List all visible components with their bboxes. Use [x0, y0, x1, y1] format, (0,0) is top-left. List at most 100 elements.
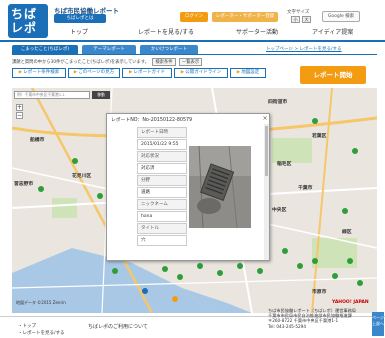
nav-idea[interactable]: アイディア提案 — [312, 27, 353, 36]
font-size-label: 文字サイズ — [287, 10, 310, 15]
caret-icon: ▶ — [236, 70, 241, 75]
tab-divider — [12, 54, 377, 55]
map-marker[interactable] — [352, 148, 358, 154]
footer-about-link[interactable]: ちばレポのご利用について — [88, 323, 148, 330]
place-label: 花見川区 — [72, 174, 92, 179]
org-line: Tel: 043-245-5294 — [268, 323, 306, 329]
caret-icon: ▶ — [180, 70, 185, 75]
place-label: 緑区 — [342, 230, 352, 235]
field-value-nickname: hana — [137, 211, 187, 222]
report-start-button[interactable]: レポート開始 — [300, 66, 366, 84]
place-label: 四街道市 — [268, 100, 288, 105]
font-size-small-button[interactable]: 小 — [291, 16, 300, 23]
popup-scrollbar[interactable] — [264, 124, 269, 260]
place-label: 稲毛区 — [277, 162, 292, 167]
map-marker[interactable] — [357, 280, 363, 286]
guidelines-button[interactable]: ▶公開ガイドライン — [174, 68, 228, 78]
font-size-large-button[interactable]: 大 — [302, 16, 311, 23]
report-search-label: レポート条件検索 — [23, 70, 60, 75]
site-logo[interactable]: ちば レポ — [8, 4, 48, 38]
nav-supporter[interactable]: サポーター活動 — [236, 27, 278, 36]
map-search-button[interactable]: 移動 — [92, 91, 110, 99]
zoom-out-button[interactable]: − — [16, 112, 23, 119]
logo-text-top: ちば — [11, 7, 38, 21]
tab-theme-reports[interactable]: テーマレポート — [82, 45, 136, 54]
map-marker[interactable] — [217, 270, 223, 276]
page-top-button[interactable]: ページ上部へ — [372, 312, 384, 336]
field-label-nickname: ニックネーム — [137, 199, 187, 210]
nav-divider — [0, 40, 385, 42]
map-marker[interactable] — [312, 118, 318, 124]
map-provider-logo: YAHOO! JAPAN — [332, 300, 369, 305]
map-marker[interactable] — [97, 193, 103, 199]
report-popup[interactable]: レポートNO：No-20150122-80579 × レポート日時 2015/0… — [106, 113, 270, 261]
field-value-datetime: 2015/01/22 9:55 — [137, 139, 187, 150]
map-search-input[interactable]: 例）千葉市中央区千葉港1-1 — [14, 91, 90, 99]
search-conditions-chip[interactable]: 検索条件 — [152, 58, 176, 66]
caret-icon: ▶ — [73, 70, 78, 75]
close-icon[interactable]: × — [261, 115, 269, 123]
how-to-view-label: このページの見方 — [78, 70, 115, 75]
login-button[interactable]: ログイン — [180, 12, 208, 22]
map-marker[interactable] — [177, 274, 183, 280]
about-link[interactable]: ちばレポとは — [54, 14, 106, 23]
map-marker[interactable] — [312, 258, 318, 264]
field-value-status: 対応済 — [137, 163, 187, 174]
breadcrumb[interactable]: トップページ > レポートを見る/する — [266, 46, 342, 52]
map-marker[interactable] — [172, 296, 178, 302]
popup-title: レポートNO：No-20150122-80579 — [111, 118, 193, 123]
field-label-status: 対応状況 — [137, 151, 187, 162]
report-guide-label: レポートガイド — [133, 70, 165, 75]
map-marker[interactable] — [237, 263, 243, 269]
place-label: 船橋市 — [30, 138, 45, 143]
place-label: 市原市 — [312, 290, 327, 295]
nav-reports[interactable]: レポートを見る/する — [138, 27, 194, 36]
map-marker[interactable] — [282, 248, 288, 254]
field-label-datetime: レポート日時 — [137, 127, 187, 138]
report-search-button[interactable]: ▶レポート条件検索 — [12, 68, 66, 78]
caret-icon: ▶ — [18, 70, 23, 75]
place-label: 千葉市 — [298, 186, 313, 191]
description-text: 課題と質問の中から30件がこまったこと(ちばレポ)を表示しています。 — [12, 60, 149, 65]
map-settings-button[interactable]: ▶地図設定 — [230, 68, 266, 78]
register-button[interactable]: レポーター・サポーター登録 — [212, 12, 278, 22]
map-marker[interactable] — [142, 288, 148, 294]
logo-text-bottom: レポ — [11, 21, 38, 35]
list-view-chip[interactable]: 一覧表示 — [178, 58, 203, 66]
field-value-category: 道路 — [137, 187, 187, 198]
report-photo[interactable] — [189, 146, 251, 228]
footer-link-reports[interactable]: ・レポートを見る/する — [18, 330, 65, 336]
report-guide-button[interactable]: ▶レポートガイド — [122, 68, 172, 78]
footer-organization: ちば市民協働レポート（ちばレポ）運営事務局 千葉市市民局市民自治推進部市民協働推… — [268, 308, 356, 329]
field-value-title: 穴 — [137, 235, 187, 246]
how-to-view-button[interactable]: ▶このページの見方 — [68, 68, 120, 78]
caret-icon: ▶ — [129, 70, 133, 75]
zoom-in-button[interactable]: + — [16, 104, 23, 111]
google-search-button[interactable]: Google 検索 — [322, 11, 360, 22]
map-settings-label: 地図設定 — [241, 70, 260, 75]
nav-top[interactable]: トップ — [70, 27, 88, 36]
field-label-title: タイトル — [137, 223, 187, 234]
footer-link-top-label: トップ — [22, 324, 37, 329]
global-nav: トップ レポートを見る/する サポーター活動 アイディア提案 — [58, 27, 378, 38]
map-marker[interactable] — [332, 273, 338, 279]
footer-link-top[interactable]: ・トップ — [18, 323, 36, 329]
tab-solved-reports[interactable]: かいけつレポート — [140, 45, 198, 54]
field-label-category: 分野 — [137, 175, 187, 186]
guidelines-label: 公開ガイドライン — [185, 70, 222, 75]
map-marker[interactable] — [342, 208, 348, 214]
map-marker[interactable] — [162, 266, 168, 272]
report-photo-image — [189, 146, 251, 228]
footer-link-reports-label: レポートを見る/する — [22, 331, 65, 336]
map-marker[interactable] — [38, 186, 44, 192]
map-marker[interactable] — [197, 263, 203, 269]
map-marker[interactable] — [347, 258, 353, 264]
map-description: 課題と質問の中から30件がこまったこと(ちばレポ)を表示しています。 検索条件 … — [12, 58, 203, 66]
map-marker[interactable] — [112, 268, 118, 274]
map-marker[interactable] — [297, 263, 303, 269]
place-label: 若葉区 — [312, 134, 327, 139]
map-marker[interactable] — [72, 158, 78, 164]
tab-trouble-reports[interactable]: こまったこと(ちばレポ) — [12, 45, 78, 54]
map-copyright: 地図データ ©2015 Zenrin — [16, 300, 66, 305]
map-marker[interactable] — [257, 268, 263, 274]
